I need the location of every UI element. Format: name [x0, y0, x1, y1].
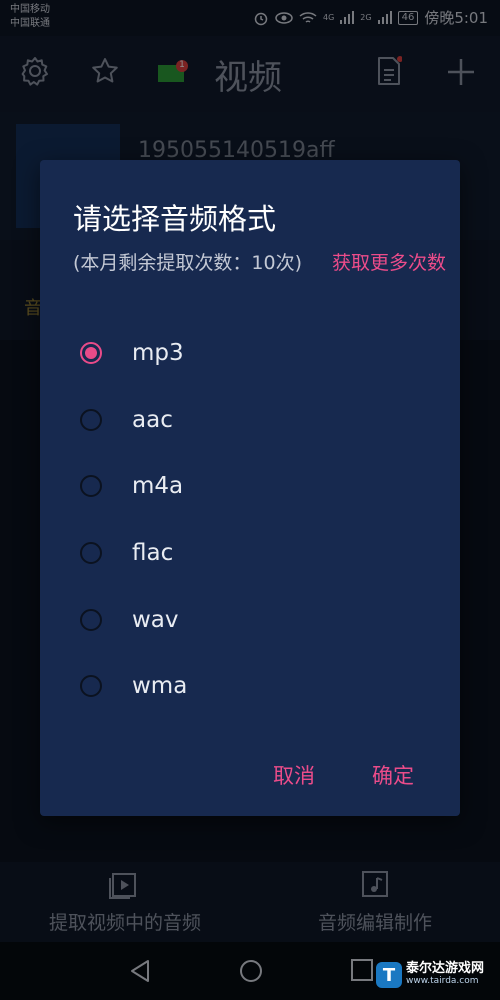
radio-button[interactable]: [80, 675, 102, 698]
audio-format-dialog: 请选择音频格式 (本月剩余提取次数：10次) 获取更多次数 mp3 aac m4a…: [40, 160, 460, 816]
screen: 中国移动 中国联通 4G 2G 46 傍晚5:01 1 视频 195055140…: [0, 0, 500, 1000]
cancel-button[interactable]: 取消: [273, 760, 315, 790]
option-label: wma: [132, 673, 188, 700]
radio-button[interactable]: [80, 408, 102, 431]
get-more-link[interactable]: 获取更多次数: [332, 252, 446, 274]
option-mp3[interactable]: mp3: [80, 320, 440, 387]
option-aac[interactable]: aac: [80, 387, 440, 454]
option-wav[interactable]: wav: [80, 586, 440, 653]
option-flac[interactable]: flac: [80, 520, 440, 587]
option-label: m4a: [132, 473, 184, 500]
radio-button[interactable]: [80, 608, 102, 631]
radio-button[interactable]: [80, 542, 102, 565]
watermark-url: www.tairda.com: [406, 976, 479, 986]
dialog-title: 请选择音频格式: [73, 202, 277, 236]
remaining-count-text: (本月剩余提取次数：10次): [73, 252, 303, 274]
watermark-text: 泰尔达游戏网 www.tairda.com: [406, 962, 484, 988]
radio-button[interactable]: [80, 342, 102, 365]
radio-button[interactable]: [80, 475, 102, 498]
option-label: aac: [132, 406, 173, 433]
option-wma[interactable]: wma: [80, 653, 440, 720]
format-options: mp3 aac m4a flac wav wma: [80, 320, 440, 720]
dialog-message: (本月剩余提取次数：10次) 获取更多次数: [73, 248, 463, 279]
option-m4a[interactable]: m4a: [80, 453, 440, 520]
watermark-name: 泰尔达游戏网: [406, 961, 485, 976]
watermark: T 泰尔达游戏网 www.tairda.com: [376, 962, 484, 988]
option-label: mp3: [132, 340, 184, 367]
watermark-logo: T: [376, 962, 402, 988]
option-label: flac: [132, 540, 174, 567]
confirm-button[interactable]: 确定: [372, 760, 414, 790]
option-label: wav: [132, 606, 179, 633]
